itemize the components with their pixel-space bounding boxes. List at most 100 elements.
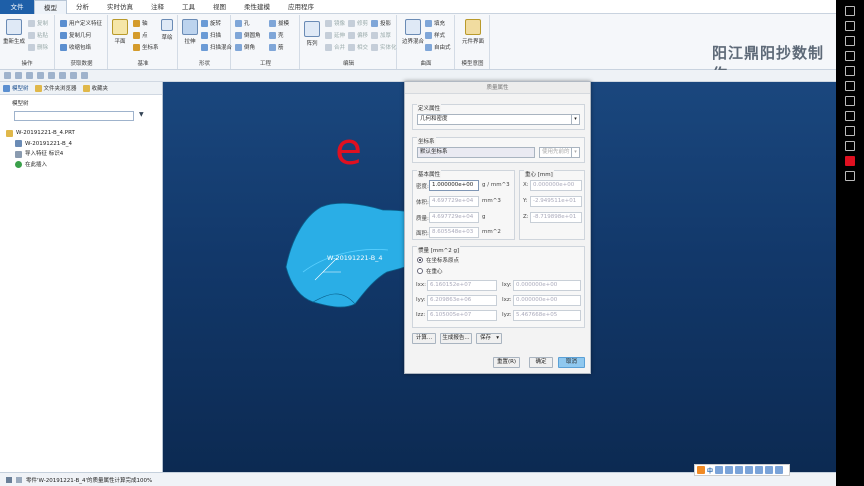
group-label[interactable]: 基准 (109, 60, 177, 69)
intersect-button[interactable]: 相交 (348, 43, 368, 51)
axis-button[interactable]: 轴 (133, 19, 148, 27)
ime-mode[interactable]: 中 (707, 466, 713, 475)
component-interface-button[interactable]: 元件界面 (458, 19, 488, 45)
ime-logo-icon[interactable] (697, 466, 705, 474)
use-previous-select[interactable]: 使用先前的 ▾ (539, 147, 580, 158)
eraser-icon[interactable] (845, 141, 855, 151)
draft-button[interactable]: 拔模 (269, 19, 289, 27)
regenerate-button[interactable]: 重新生成 (3, 19, 25, 45)
extend-button[interactable]: 延伸 (325, 31, 345, 39)
tab-file[interactable]: 文件 (0, 0, 34, 14)
project-button[interactable]: 投影 (371, 19, 391, 27)
style-button[interactable]: 样式 (425, 31, 445, 39)
solidify-button[interactable]: 实体化 (371, 43, 397, 51)
density-input[interactable]: 1.000000e+00 (429, 180, 479, 191)
tree-item-part[interactable]: W-20191221-B_4.PRT (6, 128, 75, 139)
define-properties-select[interactable]: 几何和密度 ▾ (417, 114, 580, 125)
group-label[interactable]: 工程 (232, 60, 299, 69)
thicken-button[interactable]: 加厚 (371, 31, 391, 39)
regenerate-icon[interactable] (59, 72, 66, 79)
delete-button[interactable]: 删除 (28, 43, 48, 51)
pen-icon[interactable] (845, 21, 855, 31)
radio-at-csys-origin[interactable]: 在坐标系原点 (417, 256, 459, 264)
tab-favorites[interactable]: 收藏夹 (82, 84, 108, 92)
reset-button[interactable]: 重置(R) (493, 357, 520, 368)
tab-view[interactable]: 视图 (204, 0, 235, 14)
group-label[interactable]: 曲面 (398, 60, 454, 69)
offset-button[interactable]: 偏移 (348, 31, 368, 39)
new-icon[interactable] (4, 72, 11, 79)
shell-button[interactable]: 壳 (269, 31, 284, 39)
group-label[interactable]: 编辑 (301, 60, 396, 69)
radio-at-center-of-gravity[interactable]: 在重心 (417, 267, 443, 275)
ok-button[interactable]: 确定 (529, 357, 553, 368)
swept-blend-button[interactable]: 扫描混合 (201, 43, 232, 51)
copy-button[interactable]: 复制 (28, 19, 48, 27)
punctuation-icon[interactable] (715, 466, 724, 474)
rectangle-icon[interactable] (845, 66, 855, 76)
paste-button[interactable]: 粘贴 (28, 31, 48, 39)
skin-icon[interactable] (755, 466, 764, 474)
toolbox-icon[interactable] (765, 466, 774, 474)
tab-analysis[interactable]: 分析 (67, 0, 98, 14)
color-swatch[interactable] (845, 156, 855, 166)
stroke-width-icon[interactable] (845, 171, 855, 181)
csys-field[interactable]: 默认坐标系 (417, 147, 535, 158)
tab-model-tree[interactable]: 模型树 (3, 84, 29, 92)
tab-annotate[interactable]: 注释 (142, 0, 173, 14)
tab-model[interactable]: 模型 (34, 0, 67, 14)
fill-button[interactable]: 填充 (425, 19, 445, 27)
windows-icon[interactable] (70, 72, 77, 79)
freestyle-button[interactable]: 自由式 (425, 43, 451, 51)
csys-button[interactable]: 坐标系 (133, 43, 159, 51)
cancel-button[interactable]: 取消 (558, 357, 585, 368)
save-menu-button[interactable]: 保存 ▾ (476, 333, 502, 344)
boundary-blend-button[interactable]: 边界混合 (399, 19, 427, 45)
extrude-button[interactable]: 拉伸 (181, 19, 199, 45)
group-label[interactable]: 获取数据 (56, 60, 107, 69)
group-label[interactable]: 操作 (0, 60, 54, 69)
tab-applications[interactable]: 应用程序 (279, 0, 323, 14)
compute-button[interactable]: 计算... (412, 333, 436, 344)
open-icon[interactable] (15, 72, 22, 79)
tab-live-simulation[interactable]: 实时仿真 (98, 0, 142, 14)
round-button[interactable]: 倒圆角 (235, 31, 261, 39)
point-button[interactable]: 点 (133, 31, 148, 39)
rib-button[interactable]: 筋 (269, 43, 284, 51)
tab-tools[interactable]: 工具 (173, 0, 204, 14)
hole-button[interactable]: 孔 (235, 19, 250, 27)
sweep-button[interactable]: 扫描 (201, 31, 221, 39)
search-input[interactable] (14, 111, 134, 121)
close-icon[interactable] (845, 6, 855, 16)
settings-icon[interactable] (775, 466, 784, 474)
voice-icon[interactable] (735, 466, 744, 474)
copy-geometry-button[interactable]: 复制几何 (60, 31, 91, 39)
pen-icon[interactable] (845, 36, 855, 46)
arrow-icon[interactable] (845, 96, 855, 106)
mirror-button[interactable]: 镜像 (325, 19, 345, 27)
merge-button[interactable]: 合并 (325, 43, 345, 51)
highlighter-icon[interactable] (845, 126, 855, 136)
line-icon[interactable] (845, 51, 855, 61)
redo-icon[interactable] (48, 72, 55, 79)
tree-item-insert-here[interactable]: 在此插入 (6, 160, 75, 171)
group-label[interactable]: 形状 (179, 60, 230, 69)
group-label[interactable]: 模型意图 (456, 60, 489, 69)
shrinkwrap-button[interactable]: 收缩包络 (60, 43, 91, 51)
close-icon[interactable] (81, 72, 88, 79)
revolve-button[interactable]: 旋转 (201, 19, 221, 27)
hand-icon[interactable] (845, 111, 855, 121)
tree-item-csys[interactable]: W-20191221-B_4 (6, 139, 75, 150)
tab-flexible-modeling[interactable]: 柔性建模 (235, 0, 279, 14)
tab-folder-browser[interactable]: 文件夹浏览器 (34, 84, 77, 92)
trim-button[interactable]: 修剪 (348, 19, 368, 27)
pattern-button[interactable]: 阵列 (303, 21, 321, 47)
emoji-icon[interactable] (725, 466, 734, 474)
save-icon[interactable] (26, 72, 33, 79)
tree-item-import-feature[interactable]: 导入特征 标识4 (6, 149, 75, 160)
filter-icon[interactable]: ▼ (139, 111, 144, 118)
undo-icon[interactable] (37, 72, 44, 79)
plane-button[interactable]: 平面 (111, 19, 129, 45)
sketch-button[interactable]: 草绘 (159, 19, 175, 41)
chamfer-button[interactable]: 倒角 (235, 43, 255, 51)
